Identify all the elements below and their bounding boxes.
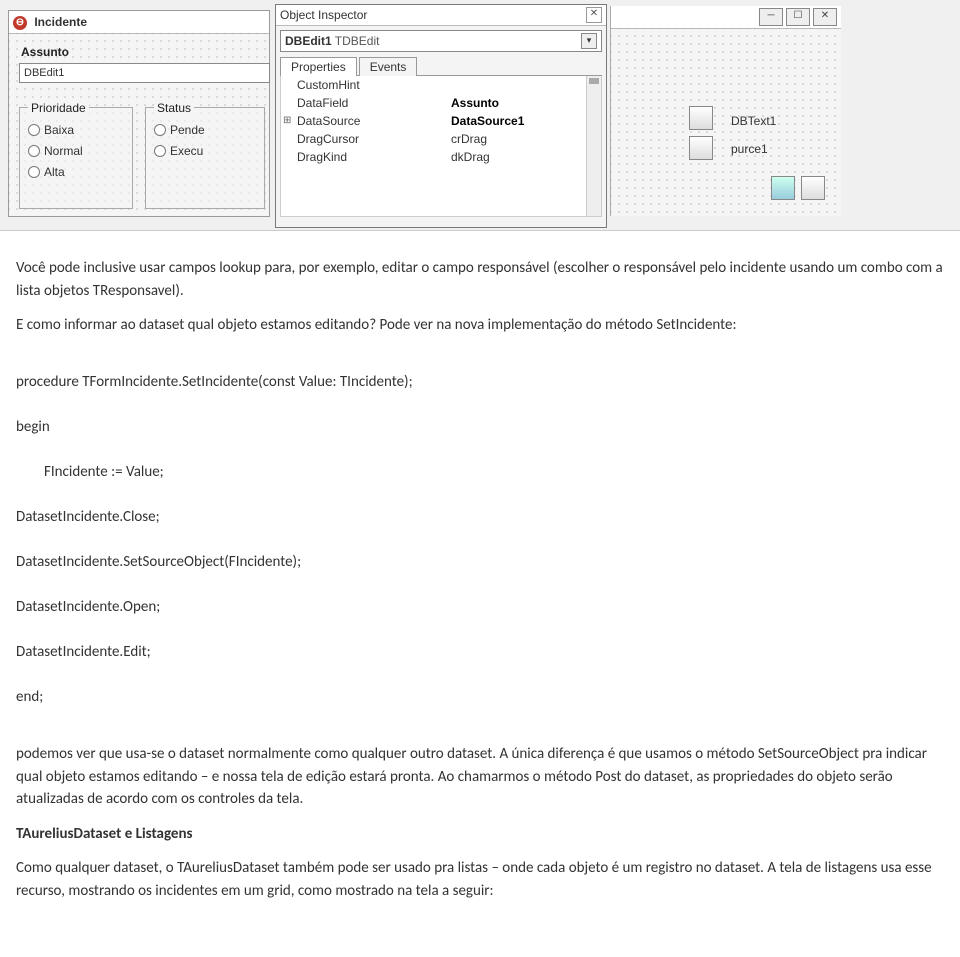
right-window: ─ ☐ ✕ DBText1 purce1 <box>610 6 841 216</box>
prop-val[interactable]: DataSource1 <box>447 112 601 130</box>
prop-name: DragCursor <box>281 130 447 148</box>
prop-name: DragKind <box>281 148 447 166</box>
code-line: end; <box>16 686 944 709</box>
article-body: Você pode inclusive usar campos lookup p… <box>0 231 960 928</box>
radio-alta-label: Alta <box>44 165 65 179</box>
group-prioridade-title: Prioridade <box>28 101 89 115</box>
property-grid[interactable]: CustomHint DataField Assunto DataSource … <box>280 76 602 217</box>
code-text: FIncidente := Value; <box>16 461 164 484</box>
code-line: procedure TFormIncidente.SetIncidente(co… <box>16 371 944 394</box>
purce1-label: purce1 <box>731 142 768 156</box>
ide-screenshot: ⊖ Incidente Assunto DBEdit1 Prioridade B… <box>0 0 960 231</box>
form-incidente: ⊖ Incidente Assunto DBEdit1 Prioridade B… <box>8 10 270 217</box>
inspector-titlebar: Object Inspector ✕ <box>276 5 606 26</box>
object-inspector: Object Inspector ✕ DBEdit1 TDBEdit ▾ Pro… <box>275 4 607 228</box>
inspector-combo-name: DBEdit1 <box>285 34 332 48</box>
radio-normal-label: Normal <box>44 144 83 158</box>
code-line: DatasetIncidente.Open; <box>16 596 944 619</box>
radio-alta[interactable]: Alta <box>26 163 126 181</box>
prop-row-dragkind[interactable]: DragKind dkDrag <box>281 148 601 166</box>
inspector-title-text: Object Inspector <box>280 5 367 25</box>
prop-row-customhint[interactable]: CustomHint <box>281 76 601 94</box>
label-assunto: Assunto <box>21 45 69 59</box>
nonvisual-component-3[interactable] <box>771 176 795 200</box>
paragraph: E como informar ao dataset qual objeto e… <box>16 314 944 337</box>
radio-execucao-label: Execu <box>170 144 203 158</box>
group-status-title: Status <box>154 101 194 115</box>
tab-properties-label: Properties <box>291 60 346 74</box>
code-line: DatasetIncidente.SetSourceObject(FIncide… <box>16 551 944 574</box>
radio-pendente-label: Pende <box>170 123 205 137</box>
prop-name: DataSource <box>281 112 447 130</box>
prop-row-dragcursor[interactable]: DragCursor crDrag <box>281 130 601 148</box>
scrollbar-thumb[interactable] <box>589 78 599 84</box>
close-button[interactable]: ✕ <box>813 8 837 26</box>
minimize-button[interactable]: ─ <box>759 8 783 26</box>
code-block: procedure TFormIncidente.SetIncidente(co… <box>16 349 944 732</box>
radio-execucao[interactable]: Execu <box>152 142 258 160</box>
radio-baixa-label: Baixa <box>44 123 74 137</box>
inspector-component-combo[interactable]: DBEdit1 TDBEdit ▾ <box>280 30 602 52</box>
paragraph: podemos ver que usa-se o dataset normalm… <box>16 743 944 811</box>
nonvisual-component-2[interactable] <box>689 136 713 160</box>
prop-val[interactable]: dkDrag <box>447 148 601 166</box>
prop-row-datafield[interactable]: DataField Assunto <box>281 94 601 112</box>
radio-pendente[interactable]: Pende <box>152 121 258 139</box>
maximize-button[interactable]: ☐ <box>786 8 810 26</box>
code-line: FIncidente := Value; <box>16 461 944 484</box>
paragraph: Você pode inclusive usar campos lookup p… <box>16 257 944 302</box>
dbtext1-label: DBText1 <box>731 114 776 128</box>
property-grid-scrollbar[interactable] <box>586 76 601 216</box>
section-heading: TAureliusDataset e Listagens <box>16 823 944 846</box>
prop-name: CustomHint <box>281 76 447 94</box>
paragraph: Como qualquer dataset, o TAureliusDatase… <box>16 857 944 902</box>
code-line: DatasetIncidente.Edit; <box>16 641 944 664</box>
group-prioridade: Prioridade Baixa Normal Alta <box>19 107 133 209</box>
form-title-text: Incidente <box>34 15 87 29</box>
tab-events[interactable]: Events <box>359 57 418 76</box>
prop-name: DataField <box>281 94 447 112</box>
radio-normal[interactable]: Normal <box>26 142 126 160</box>
radio-baixa[interactable]: Baixa <box>26 121 126 139</box>
right-window-titlebar: ─ ☐ ✕ <box>611 6 841 29</box>
prop-val[interactable] <box>447 76 601 94</box>
chevron-down-icon[interactable]: ▾ <box>581 33 597 49</box>
prop-val[interactable]: crDrag <box>447 130 601 148</box>
inspector-close-button[interactable]: ✕ <box>586 7 602 23</box>
nonvisual-component-1[interactable] <box>689 106 713 130</box>
code-line: begin <box>16 416 944 439</box>
code-line: DatasetIncidente.Close; <box>16 506 944 529</box>
inspector-combo-type: TDBEdit <box>335 34 380 48</box>
tab-events-label: Events <box>370 60 407 74</box>
group-status: Status Pende Execu <box>145 107 265 209</box>
dbedit1-text: DBEdit1 <box>24 67 64 79</box>
prop-row-datasource[interactable]: DataSource DataSource1 <box>281 112 601 130</box>
inspector-tabs: Properties Events <box>280 56 602 76</box>
app-icon: ⊖ <box>13 16 27 30</box>
form-titlebar: ⊖ Incidente <box>9 11 269 34</box>
tab-properties[interactable]: Properties <box>280 57 357 76</box>
dbedit1[interactable]: DBEdit1 <box>19 63 270 83</box>
nonvisual-component-4[interactable] <box>801 176 825 200</box>
prop-val[interactable]: Assunto <box>447 94 601 112</box>
